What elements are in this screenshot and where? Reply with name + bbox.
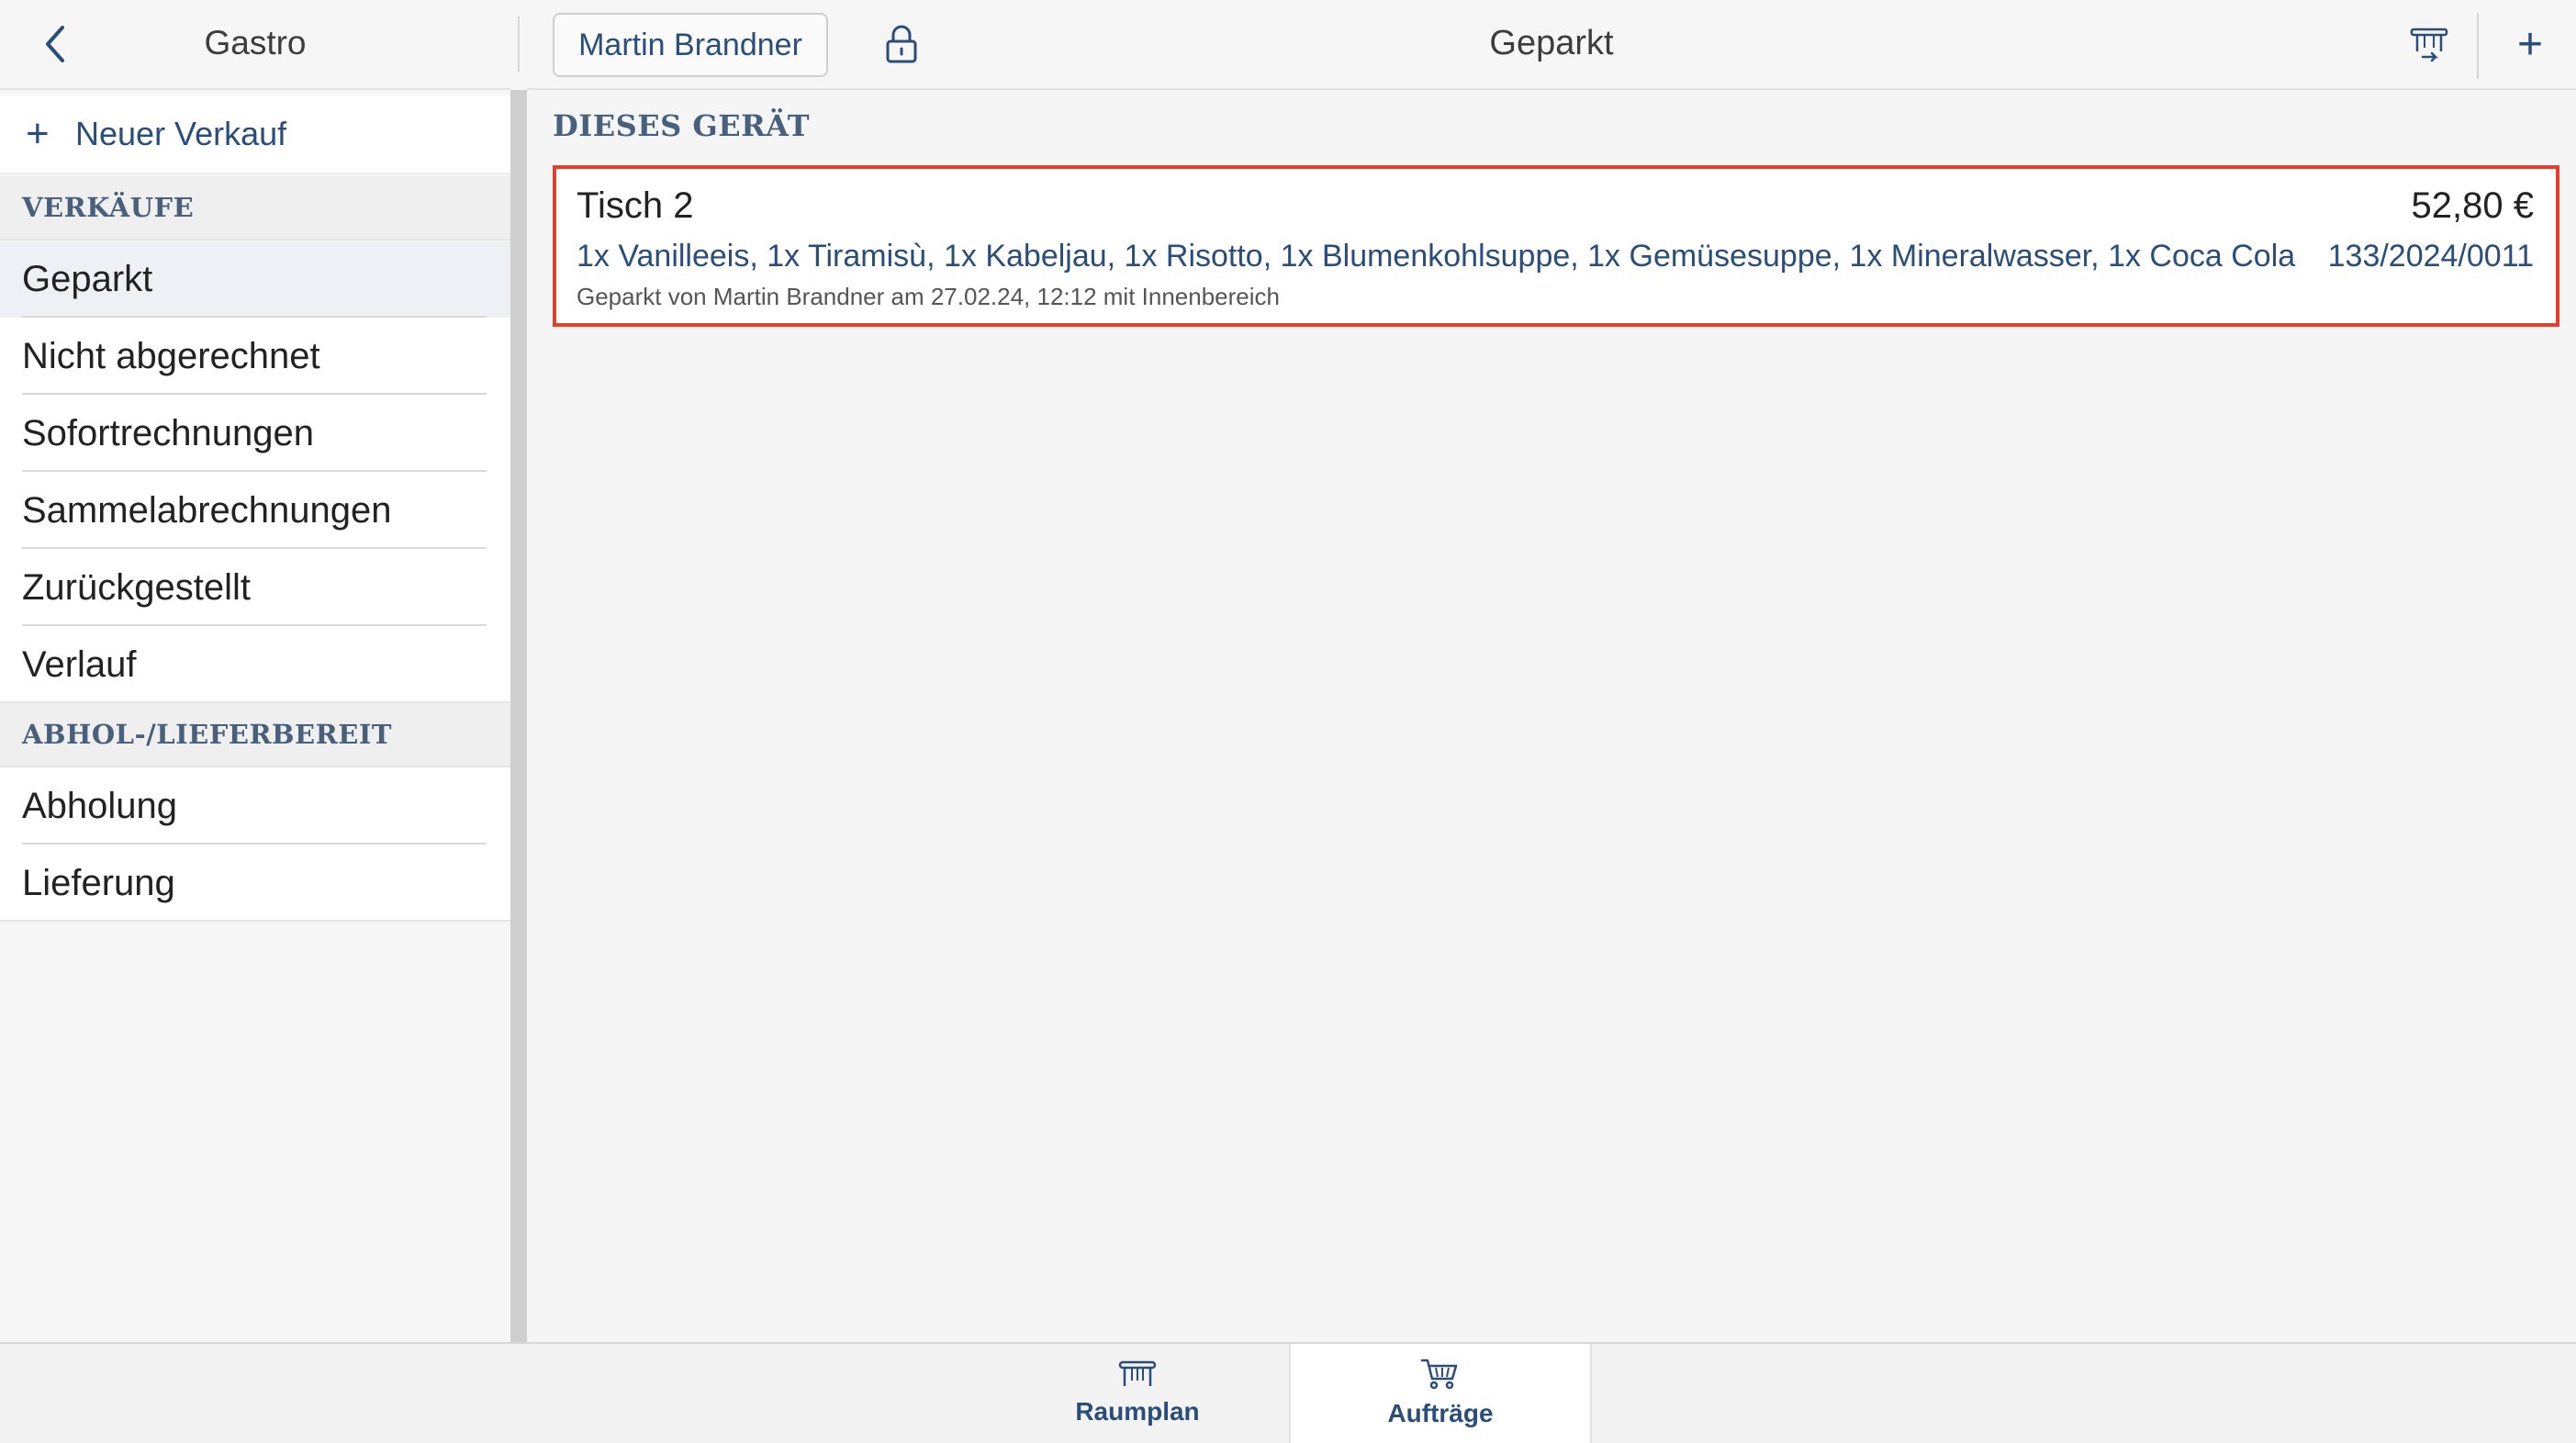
- tab-label: Aufträge: [1387, 1399, 1494, 1427]
- new-sale-label: Neuer Verkauf: [75, 115, 287, 152]
- order-meta: Geparkt von Martin Brandner am 27.02.24,…: [577, 283, 1280, 310]
- sidebar-item-label: Lieferung: [22, 862, 175, 903]
- section-heading-pickup-delivery: ABHOL-/LIEFERBEREIT: [0, 703, 510, 767]
- order-number: 133/2024/0011: [2327, 239, 2534, 274]
- new-sale-button[interactable]: + Neuer Verkauf: [0, 95, 510, 174]
- cart-icon: [1420, 1359, 1458, 1390]
- table-icon: [1118, 1360, 1157, 1386]
- order-amount: 52,80 €: [2411, 185, 2534, 226]
- main-panel: Martin Brandner Geparkt + DIESES GERÄT T…: [527, 0, 2576, 1342]
- sidebar-item-zurueckgestellt[interactable]: Zurückgestellt: [0, 549, 510, 626]
- tab-bar: Raumplan Aufträge: [0, 1342, 2576, 1443]
- sales-nav-list: Geparkt Nicht abgerechnet Sofortrechnung…: [0, 240, 510, 703]
- order-table-name: Tisch 2: [577, 185, 694, 226]
- split-view-divider[interactable]: [510, 0, 527, 1342]
- topbar-separator: [2477, 13, 2479, 79]
- sidebar-item-sammelabrechnungen[interactable]: Sammelabrechnungen: [0, 472, 510, 549]
- parked-order-card[interactable]: Tisch 2 52,80 € 1x Vanilleeis, 1x Tirami…: [553, 165, 2559, 327]
- sidebar-item-abholung[interactable]: Abholung: [0, 767, 510, 845]
- sidebar-item-nicht-abgerechnet[interactable]: Nicht abgerechnet: [0, 318, 510, 395]
- sidebar-item-label: Nicht abgerechnet: [22, 335, 320, 376]
- add-button[interactable]: +: [2501, 13, 2559, 75]
- plus-icon: +: [26, 111, 50, 156]
- sidebar: Gastro + Neuer Verkauf VERKÄUFE Geparkt …: [0, 0, 510, 1342]
- section-heading-sales: VERKÄUFE: [0, 176, 510, 240]
- sidebar-item-label: Sofortrechnungen: [22, 412, 315, 453]
- sidebar-item-label: Zurückgestellt: [22, 566, 251, 608]
- table-move-button[interactable]: [2400, 17, 2458, 72]
- tab-raumplan[interactable]: Raumplan: [986, 1344, 1289, 1443]
- pickup-nav-list: Abholung Lieferung: [0, 767, 510, 922]
- section-heading-this-device: DIESES GERÄT: [553, 108, 811, 143]
- page-title: Geparkt: [1489, 24, 1614, 62]
- sidebar-item-lieferung[interactable]: Lieferung: [0, 845, 510, 922]
- sidebar-item-label: Abholung: [22, 785, 178, 826]
- topbar: Martin Brandner Geparkt +: [527, 0, 2576, 90]
- tab-label: Raumplan: [1075, 1397, 1200, 1426]
- table-icon: [2410, 28, 2448, 62]
- sidebar-item-label: Geparkt: [22, 258, 153, 299]
- order-items: 1x Vanilleeis, 1x Tiramisù, 1x Kabeljau,…: [577, 239, 2296, 274]
- sidebar-item-label: Verlauf: [22, 643, 137, 685]
- sidebar-item-geparkt[interactable]: Geparkt: [0, 240, 510, 318]
- sidebar-item-label: Sammelabrechnungen: [22, 489, 392, 531]
- tab-auftraege[interactable]: Aufträge: [1289, 1344, 1592, 1443]
- sidebar-item-sofortrechnungen[interactable]: Sofortrechnungen: [0, 395, 510, 472]
- sidebar-title: Gastro: [204, 24, 307, 62]
- sidebar-header: Gastro: [0, 0, 510, 90]
- plus-icon: +: [2516, 19, 2544, 69]
- sidebar-item-verlauf[interactable]: Verlauf: [0, 626, 510, 703]
